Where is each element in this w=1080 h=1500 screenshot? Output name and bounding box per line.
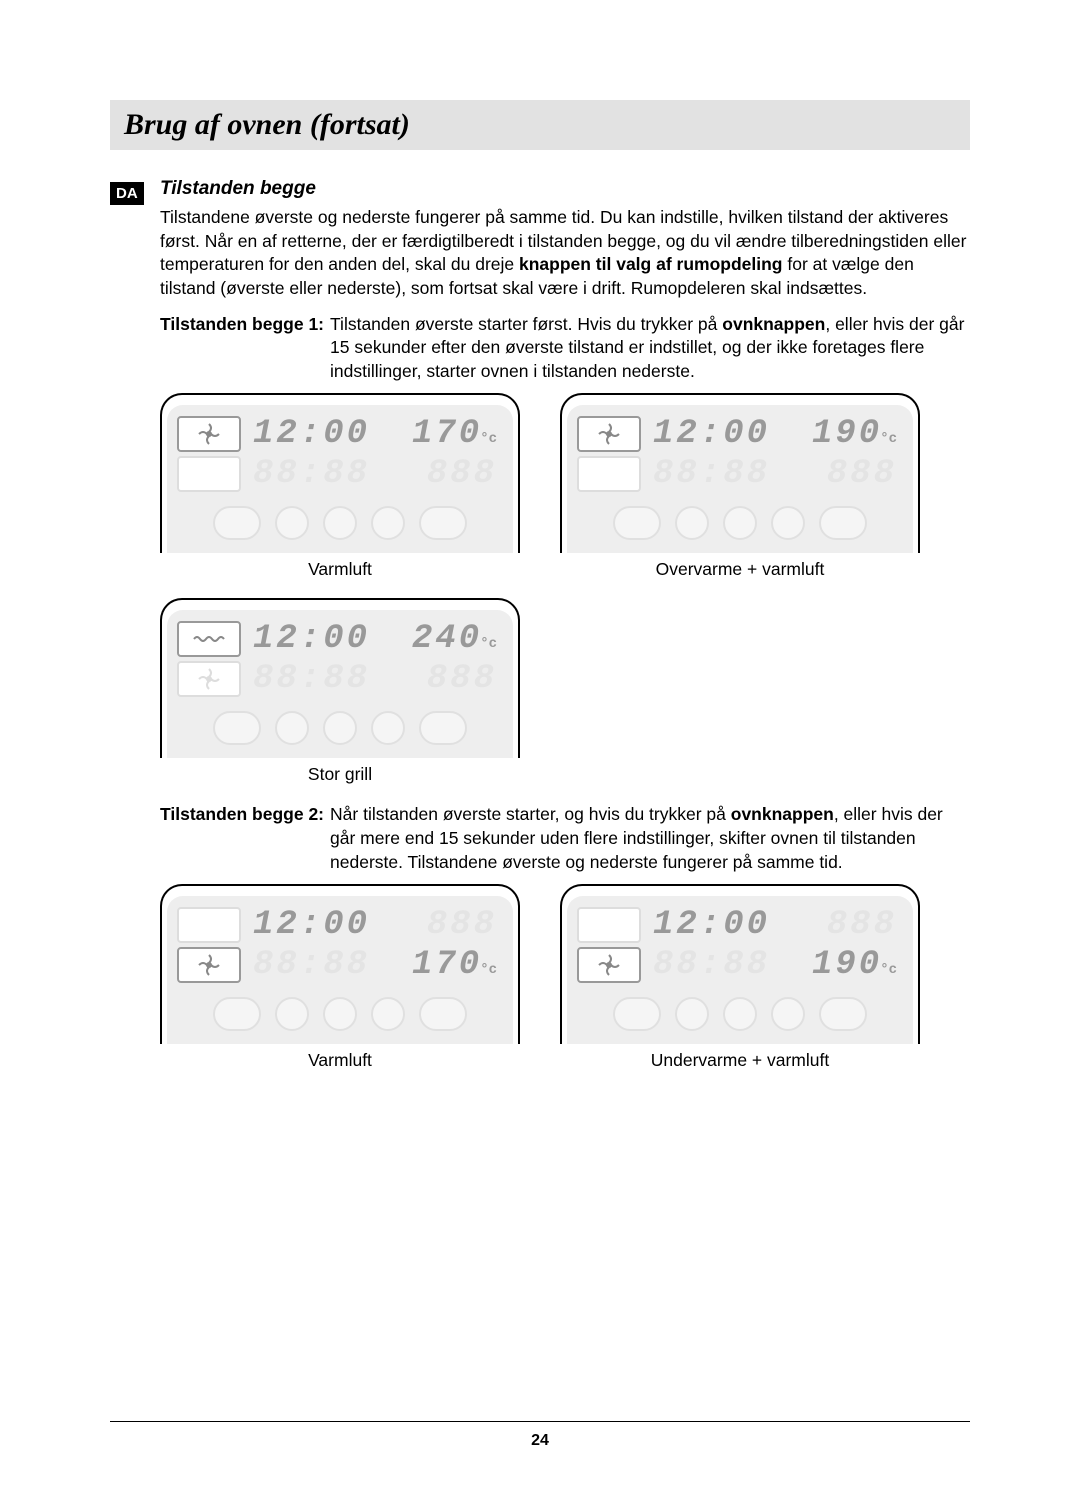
display-panel: 12:00 190°c 88:88 888 bbox=[560, 393, 920, 553]
control-button bbox=[323, 711, 357, 745]
mode1-label: Tilstanden begge 1: bbox=[160, 313, 324, 384]
display-panel: 12:00 888 88:88 190°c bbox=[560, 884, 920, 1044]
control-button bbox=[723, 506, 757, 540]
control-button bbox=[819, 506, 867, 540]
control-button bbox=[613, 997, 661, 1031]
temp-display-ghost: 888 bbox=[827, 906, 897, 944]
control-button bbox=[371, 711, 405, 745]
temp-display-ghost: 888 bbox=[427, 906, 497, 944]
control-button bbox=[419, 997, 467, 1031]
panel-caption: Varmluft bbox=[308, 559, 372, 580]
control-button bbox=[275, 711, 309, 745]
panel-col: 12:00 190°c 88:88 888 bbox=[560, 393, 920, 580]
time-display: 12:00 bbox=[253, 906, 370, 944]
fan-icon bbox=[577, 416, 641, 452]
panel-col: 12:00 888 88:88 170°c bbox=[160, 884, 520, 1071]
mode2-text: Når tilstanden øverste starter, og hvis … bbox=[330, 803, 970, 874]
temp-display-ghost: 888 bbox=[427, 455, 497, 493]
temp-display: 240°c bbox=[412, 620, 497, 658]
control-button bbox=[323, 506, 357, 540]
intro-paragraph: Tilstandene øverste og nederste fungerer… bbox=[160, 206, 970, 301]
temp-display: 170°c bbox=[412, 415, 497, 453]
panel-row-3: 12:00 888 88:88 170°c bbox=[160, 884, 970, 1071]
control-button bbox=[213, 997, 261, 1031]
panel-controls bbox=[167, 702, 513, 758]
time-display: 12:00 bbox=[253, 620, 370, 658]
time-display-ghost: 88:88 bbox=[653, 946, 770, 984]
control-button bbox=[613, 506, 661, 540]
time-display-ghost: 88:88 bbox=[253, 946, 370, 984]
control-button bbox=[275, 997, 309, 1031]
panel-col: 12:00 240°c 88:88 888 bbox=[160, 598, 520, 785]
page-number: 24 bbox=[531, 1432, 549, 1449]
display-panel: 12:00 240°c 88:88 888 bbox=[160, 598, 520, 758]
language-tag: DA bbox=[110, 182, 144, 205]
mode-slot-empty bbox=[177, 907, 241, 943]
mode2-block: Tilstanden begge 2: Når tilstanden øvers… bbox=[160, 803, 970, 874]
panel-controls bbox=[567, 988, 913, 1044]
display-panel: 12:00 170°c 88:88 888 bbox=[160, 393, 520, 553]
panel-row-2: 12:00 240°c 88:88 888 bbox=[160, 598, 970, 785]
panel-controls bbox=[167, 497, 513, 553]
panel-caption: Overvarme + varmluft bbox=[656, 559, 825, 580]
temp-display-ghost: 888 bbox=[827, 455, 897, 493]
time-display-ghost: 88:88 bbox=[653, 455, 770, 493]
control-button bbox=[675, 506, 709, 540]
panel-row-1: 12:00 170°c 88:88 888 bbox=[160, 393, 970, 580]
panel-caption: Varmluft bbox=[308, 1050, 372, 1071]
temp-display-ghost: 888 bbox=[427, 660, 497, 698]
control-button bbox=[723, 997, 757, 1031]
control-button bbox=[213, 711, 261, 745]
page-title: Brug af ovnen (fortsat) bbox=[124, 108, 956, 142]
control-button bbox=[771, 506, 805, 540]
control-button bbox=[371, 997, 405, 1031]
display-panel: 12:00 888 88:88 170°c bbox=[160, 884, 520, 1044]
panel-col: 12:00 170°c 88:88 888 bbox=[160, 393, 520, 580]
panel-controls bbox=[167, 988, 513, 1044]
panel-caption: Undervarme + varmluft bbox=[651, 1050, 829, 1071]
time-display: 12:00 bbox=[653, 906, 770, 944]
fan-icon bbox=[577, 947, 641, 983]
time-display: 12:00 bbox=[653, 415, 770, 453]
section-title: Tilstanden begge bbox=[160, 178, 970, 200]
control-button bbox=[419, 506, 467, 540]
control-button bbox=[675, 997, 709, 1031]
header-band: Brug af ovnen (fortsat) bbox=[110, 100, 970, 150]
time-display-ghost: 88:88 bbox=[253, 660, 370, 698]
mode2-label: Tilstanden begge 2: bbox=[160, 803, 324, 874]
content-area: Tilstanden begge Tilstandene øverste og … bbox=[160, 178, 970, 1071]
control-button bbox=[213, 506, 261, 540]
grill-icon bbox=[177, 621, 241, 657]
panel-controls bbox=[567, 497, 913, 553]
fan-icon bbox=[177, 947, 241, 983]
control-button bbox=[819, 997, 867, 1031]
control-button bbox=[371, 506, 405, 540]
control-button bbox=[275, 506, 309, 540]
temp-display: 190°c bbox=[812, 415, 897, 453]
panel-col: 12:00 888 88:88 190°c bbox=[560, 884, 920, 1071]
temp-display: 190°c bbox=[812, 946, 897, 984]
mode-slot-empty bbox=[177, 456, 241, 492]
control-button bbox=[419, 711, 467, 745]
page-footer: 24 bbox=[110, 1421, 970, 1450]
mode-slot-empty bbox=[577, 456, 641, 492]
time-display: 12:00 bbox=[253, 415, 370, 453]
fan-icon bbox=[177, 661, 241, 697]
panel-caption: Stor grill bbox=[308, 764, 372, 785]
control-button bbox=[323, 997, 357, 1031]
mode1-block: Tilstanden begge 1: Tilstanden øverste s… bbox=[160, 313, 970, 384]
control-button bbox=[771, 997, 805, 1031]
temp-display: 170°c bbox=[412, 946, 497, 984]
time-display-ghost: 88:88 bbox=[253, 455, 370, 493]
mode1-text: Tilstanden øverste starter først. Hvis d… bbox=[330, 313, 970, 384]
mode-slot-empty bbox=[577, 907, 641, 943]
fan-icon bbox=[177, 416, 241, 452]
